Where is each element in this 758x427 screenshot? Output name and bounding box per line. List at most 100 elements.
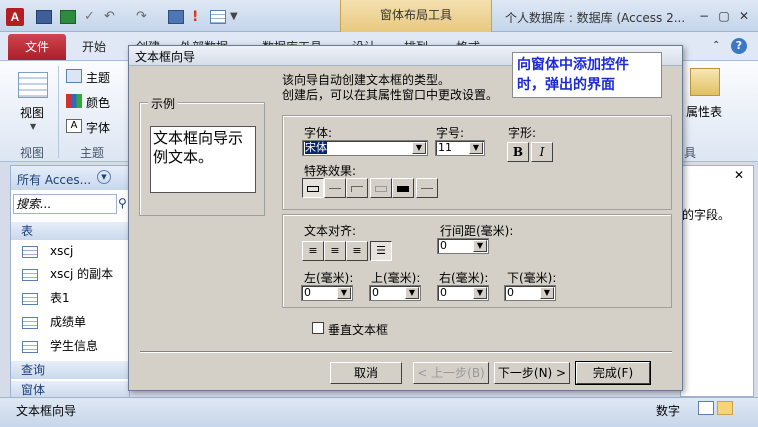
help-icon[interactable]: ? (731, 38, 747, 54)
nav-item-label: xscj 的副本 (50, 267, 114, 281)
effects-label: 特殊效果: (304, 164, 357, 178)
nav-section-queries[interactable]: 查询 (11, 361, 129, 379)
status-right-text: 数字 (656, 404, 681, 418)
line-spacing-value: 0 (440, 239, 447, 252)
property-pane-text: 的字段。 (682, 208, 731, 222)
nav-header-label: 所有 Acces... (17, 173, 92, 187)
nav-item-xscj-copy[interactable]: xscj 的副本 (22, 263, 113, 285)
align-right-button[interactable]: ≡ (346, 241, 368, 261)
top-margin-select[interactable]: 0 ▼ (369, 285, 421, 301)
undo-icon[interactable]: ↶ (104, 10, 120, 24)
nav-section-forms-label: 窗体 (21, 383, 46, 397)
property-pane-close-icon[interactable]: ✕ (734, 168, 744, 182)
line-spacing-label: 行间距(毫米): (440, 224, 514, 238)
finish-button[interactable]: 完成(F) (575, 361, 651, 385)
left-margin-value: 0 (304, 286, 311, 299)
nav-section-tables[interactable]: 表 (11, 222, 129, 240)
align-left-button[interactable]: ≡ (302, 241, 324, 261)
check-icon[interactable]: ✓ (84, 10, 100, 24)
size-select-value: 11 (438, 141, 452, 154)
ribbon-separator (58, 66, 59, 158)
left-margin-label: 左(毫米): (304, 271, 354, 285)
nav-section-tables-label: 表 (21, 224, 34, 238)
bottom-margin-value: 0 (507, 286, 514, 299)
effect-chiseled-button[interactable] (416, 178, 438, 198)
group-label-themes: 主题 (80, 146, 105, 160)
fonts-icon[interactable]: A (66, 119, 82, 133)
effect-sunken-button[interactable] (346, 178, 368, 198)
chevron-down-icon[interactable]: ▼ (412, 142, 426, 154)
table-icon[interactable] (210, 10, 226, 24)
effect-raised-button[interactable] (324, 178, 346, 198)
chevron-down-icon[interactable]: ▼ (473, 287, 487, 299)
redo-icon[interactable]: ↷ (136, 10, 152, 24)
group-label-view: 视图 (20, 146, 45, 160)
tab-file[interactable]: 文件 (8, 34, 66, 60)
search-icon[interactable]: ⚲ (118, 196, 128, 210)
right-margin-select[interactable]: 0 ▼ (437, 285, 489, 301)
status-left-text: 文本框向导 (16, 404, 77, 418)
qat-dropdown-icon[interactable]: ▼ (230, 10, 246, 24)
colors-icon[interactable] (66, 94, 82, 108)
minimize-button[interactable]: − (696, 8, 712, 24)
nav-menu-icon[interactable]: ▼ (97, 170, 111, 184)
nav-search-input[interactable]: 搜索... (13, 194, 117, 214)
colors-button[interactable]: 颜色 (86, 94, 110, 111)
align-distribute-button[interactable]: ☰ (370, 241, 392, 261)
property-sheet-icon[interactable] (690, 68, 720, 96)
italic-button[interactable]: I (531, 142, 553, 162)
sample-group-label: 示例 (148, 95, 179, 112)
nav-item-students[interactable]: 学生信息 (22, 335, 98, 357)
chevron-down-icon[interactable]: ▼ (337, 287, 351, 299)
form-view-icon[interactable] (698, 401, 714, 415)
property-sheet-button[interactable]: 属性表 (686, 103, 722, 120)
effect-flat-button[interactable] (302, 178, 324, 198)
view-icon[interactable] (18, 72, 48, 98)
left-margin-select[interactable]: 0 ▼ (301, 285, 353, 301)
chevron-down-icon[interactable]: ▼ (540, 287, 554, 299)
shadowed-effect-icon (397, 185, 409, 192)
bottom-margin-select[interactable]: 0 ▼ (504, 285, 556, 301)
chevron-down-icon[interactable]: ▼ (405, 287, 419, 299)
view-dropdown-icon[interactable]: ▼ (30, 122, 36, 131)
excel-export-icon[interactable] (60, 10, 76, 24)
chevron-down-icon[interactable]: ▼ (473, 240, 487, 252)
font-select[interactable]: 宋体 ▼ (302, 140, 428, 156)
status-bar (0, 397, 758, 427)
vertical-textbox-label: 垂直文本框 (328, 323, 389, 337)
chevron-down-icon[interactable]: ▼ (469, 142, 483, 154)
fonts-button[interactable]: 字体 (86, 119, 110, 136)
group-label-tools: 具 (684, 146, 697, 160)
etched-effect-icon (375, 185, 387, 192)
form-icon[interactable] (168, 10, 184, 24)
nav-item-xscj[interactable]: xscj (22, 240, 73, 262)
line-spacing-select[interactable]: 0 ▼ (437, 238, 489, 254)
effect-shadowed-button[interactable] (392, 178, 414, 198)
next-button[interactable]: 下一步(N) > (494, 362, 570, 384)
exclamation-icon[interactable]: ! (192, 10, 208, 24)
close-button[interactable]: ✕ (736, 8, 752, 24)
align-center-button[interactable]: ≡ (324, 241, 346, 261)
theme-button[interactable]: 主题 (86, 69, 110, 86)
effect-etched-button[interactable] (370, 178, 392, 198)
nav-item-label: 成绩单 (50, 315, 87, 329)
layout-view-icon[interactable] (717, 401, 733, 415)
bold-button[interactable]: B (507, 142, 529, 162)
style-label: 字形: (508, 126, 537, 140)
vertical-textbox-checkbox[interactable] (312, 322, 324, 334)
nav-header[interactable]: 所有 Acces... ▼ (11, 166, 129, 190)
access-app-icon[interactable]: A (6, 8, 24, 26)
theme-icon[interactable] (66, 69, 82, 83)
nav-item-table1[interactable]: 表1 (22, 287, 70, 309)
intro-line-2: 创建后，可以在其属性窗口中更改设置。 (282, 88, 499, 102)
nav-item-grades[interactable]: 成绩单 (22, 311, 86, 333)
size-select[interactable]: 11 ▼ (435, 140, 485, 156)
tab-home[interactable]: 开始 (82, 38, 106, 55)
view-button-label[interactable]: 视图 (20, 104, 44, 121)
cancel-button[interactable]: 取消 (330, 362, 402, 384)
ribbon-collapse-icon[interactable]: ⌃ (712, 40, 720, 51)
save-icon[interactable] (36, 10, 52, 24)
back-button[interactable]: < 上一步(B) (413, 362, 489, 384)
maximize-button[interactable]: ▢ (716, 8, 732, 24)
annotation-line-1: 向窗体中添加控件 (517, 57, 629, 73)
